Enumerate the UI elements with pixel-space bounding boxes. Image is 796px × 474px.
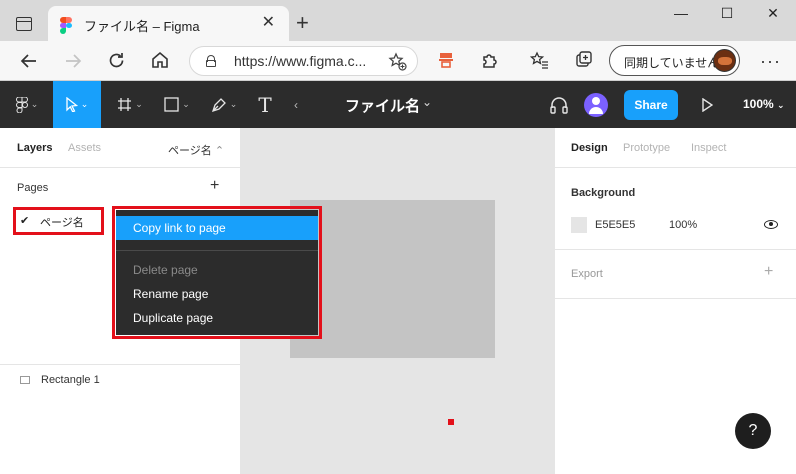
move-tool-button[interactable]: ⌄ [53, 81, 101, 128]
tab-design[interactable]: Design [571, 142, 608, 154]
chevron-down-icon[interactable]: ⌄ [422, 95, 432, 109]
pen-icon [211, 97, 226, 112]
figma-toolbar: ⌄ ⌄ ⌄ ⌄ ⌄ T ‹ ファイル名 ⌄ Share 100% ⌄ [0, 81, 796, 128]
forward-icon[interactable] [64, 52, 82, 70]
figma-logo-icon [15, 96, 28, 113]
zoom-level[interactable]: 100% ⌄ [743, 97, 785, 111]
profile-avatar [713, 49, 736, 72]
eye-icon[interactable] [764, 220, 778, 229]
close-window-icon[interactable]: ✕ [750, 6, 796, 20]
frame-icon [118, 98, 132, 111]
page-item-current[interactable]: ✔ ページ名 [13, 207, 104, 235]
headphones-icon[interactable] [549, 95, 569, 114]
address-bar[interactable]: https://www.figma.c... [189, 46, 418, 76]
layer-name: Rectangle 1 [41, 374, 100, 386]
maximize-icon[interactable]: ☐ [704, 6, 750, 20]
page-selector[interactable]: ページ名 ⌃ [168, 142, 224, 158]
background-hex[interactable]: E5E5E5 [595, 219, 635, 231]
tab-bar: ファイル名 – Figma ✕ + — ☐ ✕ [0, 0, 796, 42]
tab-prototype[interactable]: Prototype [623, 142, 670, 154]
close-tab-icon[interactable]: ✕ [262, 14, 275, 32]
browser-tab[interactable]: ファイル名 – Figma ✕ [48, 6, 289, 42]
chevron-down-icon: ⌄ [80, 99, 89, 109]
divider [0, 167, 240, 168]
file-name[interactable]: ファイル名 [345, 95, 420, 116]
click-marker [448, 419, 454, 425]
play-icon[interactable] [701, 98, 713, 112]
home-icon[interactable] [151, 51, 169, 69]
puzzle-icon[interactable] [481, 51, 499, 69]
user-avatar[interactable] [584, 93, 608, 117]
minimize-icon[interactable]: — [658, 6, 704, 20]
extension-icon[interactable] [437, 51, 455, 69]
page-name: ページ名 [40, 217, 84, 229]
figma-favicon [60, 17, 72, 34]
new-tab-icon[interactable]: + [296, 12, 309, 34]
sync-label: 同期していません [624, 56, 720, 70]
menu-item-duplicate-page[interactable]: Duplicate page [116, 306, 318, 330]
menu-item-rename-page[interactable]: Rename page [116, 282, 318, 306]
rectangle-layer-icon [20, 376, 30, 384]
collections-icon[interactable] [575, 51, 593, 69]
export-heading: Export [571, 268, 603, 280]
chevron-down-icon: ⌄ [135, 99, 143, 109]
context-menu: Copy link to page Delete page Rename pag… [116, 210, 318, 335]
divider [555, 298, 796, 299]
check-icon: ✔ [20, 215, 30, 227]
chevron-down-icon: ⌄ [229, 99, 238, 109]
frame-tool-button[interactable]: ⌄ [112, 81, 148, 128]
divider [0, 364, 240, 365]
divider [555, 167, 796, 168]
back-icon[interactable] [20, 52, 38, 70]
favorites-icon[interactable] [530, 51, 549, 69]
menu-item-copy-link[interactable]: Copy link to page [116, 216, 318, 240]
add-export-icon[interactable]: + [764, 264, 773, 280]
chevron-left-icon[interactable]: ‹ [290, 81, 302, 128]
menu-item-delete-page[interactable]: Delete page [116, 258, 318, 282]
more-icon[interactable]: ··· [760, 51, 781, 72]
cursor-icon [66, 97, 78, 112]
pages-heading: Pages [17, 182, 49, 194]
favorite-add-icon[interactable] [388, 52, 407, 71]
sync-button[interactable]: 同期していません [609, 45, 740, 76]
chevron-down-icon: ⌄ [777, 100, 785, 110]
url-text[interactable]: https://www.figma.c... [234, 53, 366, 69]
tab-assets[interactable]: Assets [68, 142, 101, 154]
rectangle-icon [164, 97, 179, 112]
divider [555, 249, 796, 250]
tab-title: ファイル名 – Figma [84, 19, 200, 34]
background-opacity[interactable]: 100% [669, 219, 697, 231]
menu-separator [116, 250, 318, 251]
chevron-down-icon: ⌄ [30, 99, 39, 109]
main-menu-button[interactable]: ⌄ [8, 81, 46, 128]
page-selector-label: ページ名 [168, 145, 212, 157]
add-page-icon[interactable]: + [210, 178, 219, 194]
zoom-value: 100% [743, 97, 774, 111]
share-button[interactable]: Share [624, 90, 678, 120]
address-bar-row: https://www.figma.c... 同期していません ··· [0, 41, 796, 81]
help-button[interactable]: ? [735, 413, 771, 449]
text-tool-button[interactable]: T [252, 81, 278, 128]
chevron-down-icon: ⌄ [182, 99, 190, 109]
background-swatch[interactable] [571, 217, 587, 233]
tab-layers[interactable]: Layers [17, 142, 52, 154]
tab-inspect[interactable]: Inspect [691, 142, 726, 154]
lock-icon[interactable] [206, 55, 216, 67]
tab-actions-icon[interactable] [16, 17, 32, 31]
pen-tool-button[interactable]: ⌄ [205, 81, 243, 128]
background-heading: Background [571, 187, 636, 199]
chevron-up-icon: ⌃ [214, 145, 225, 157]
refresh-icon[interactable] [107, 51, 126, 70]
shape-tool-button[interactable]: ⌄ [158, 81, 196, 128]
